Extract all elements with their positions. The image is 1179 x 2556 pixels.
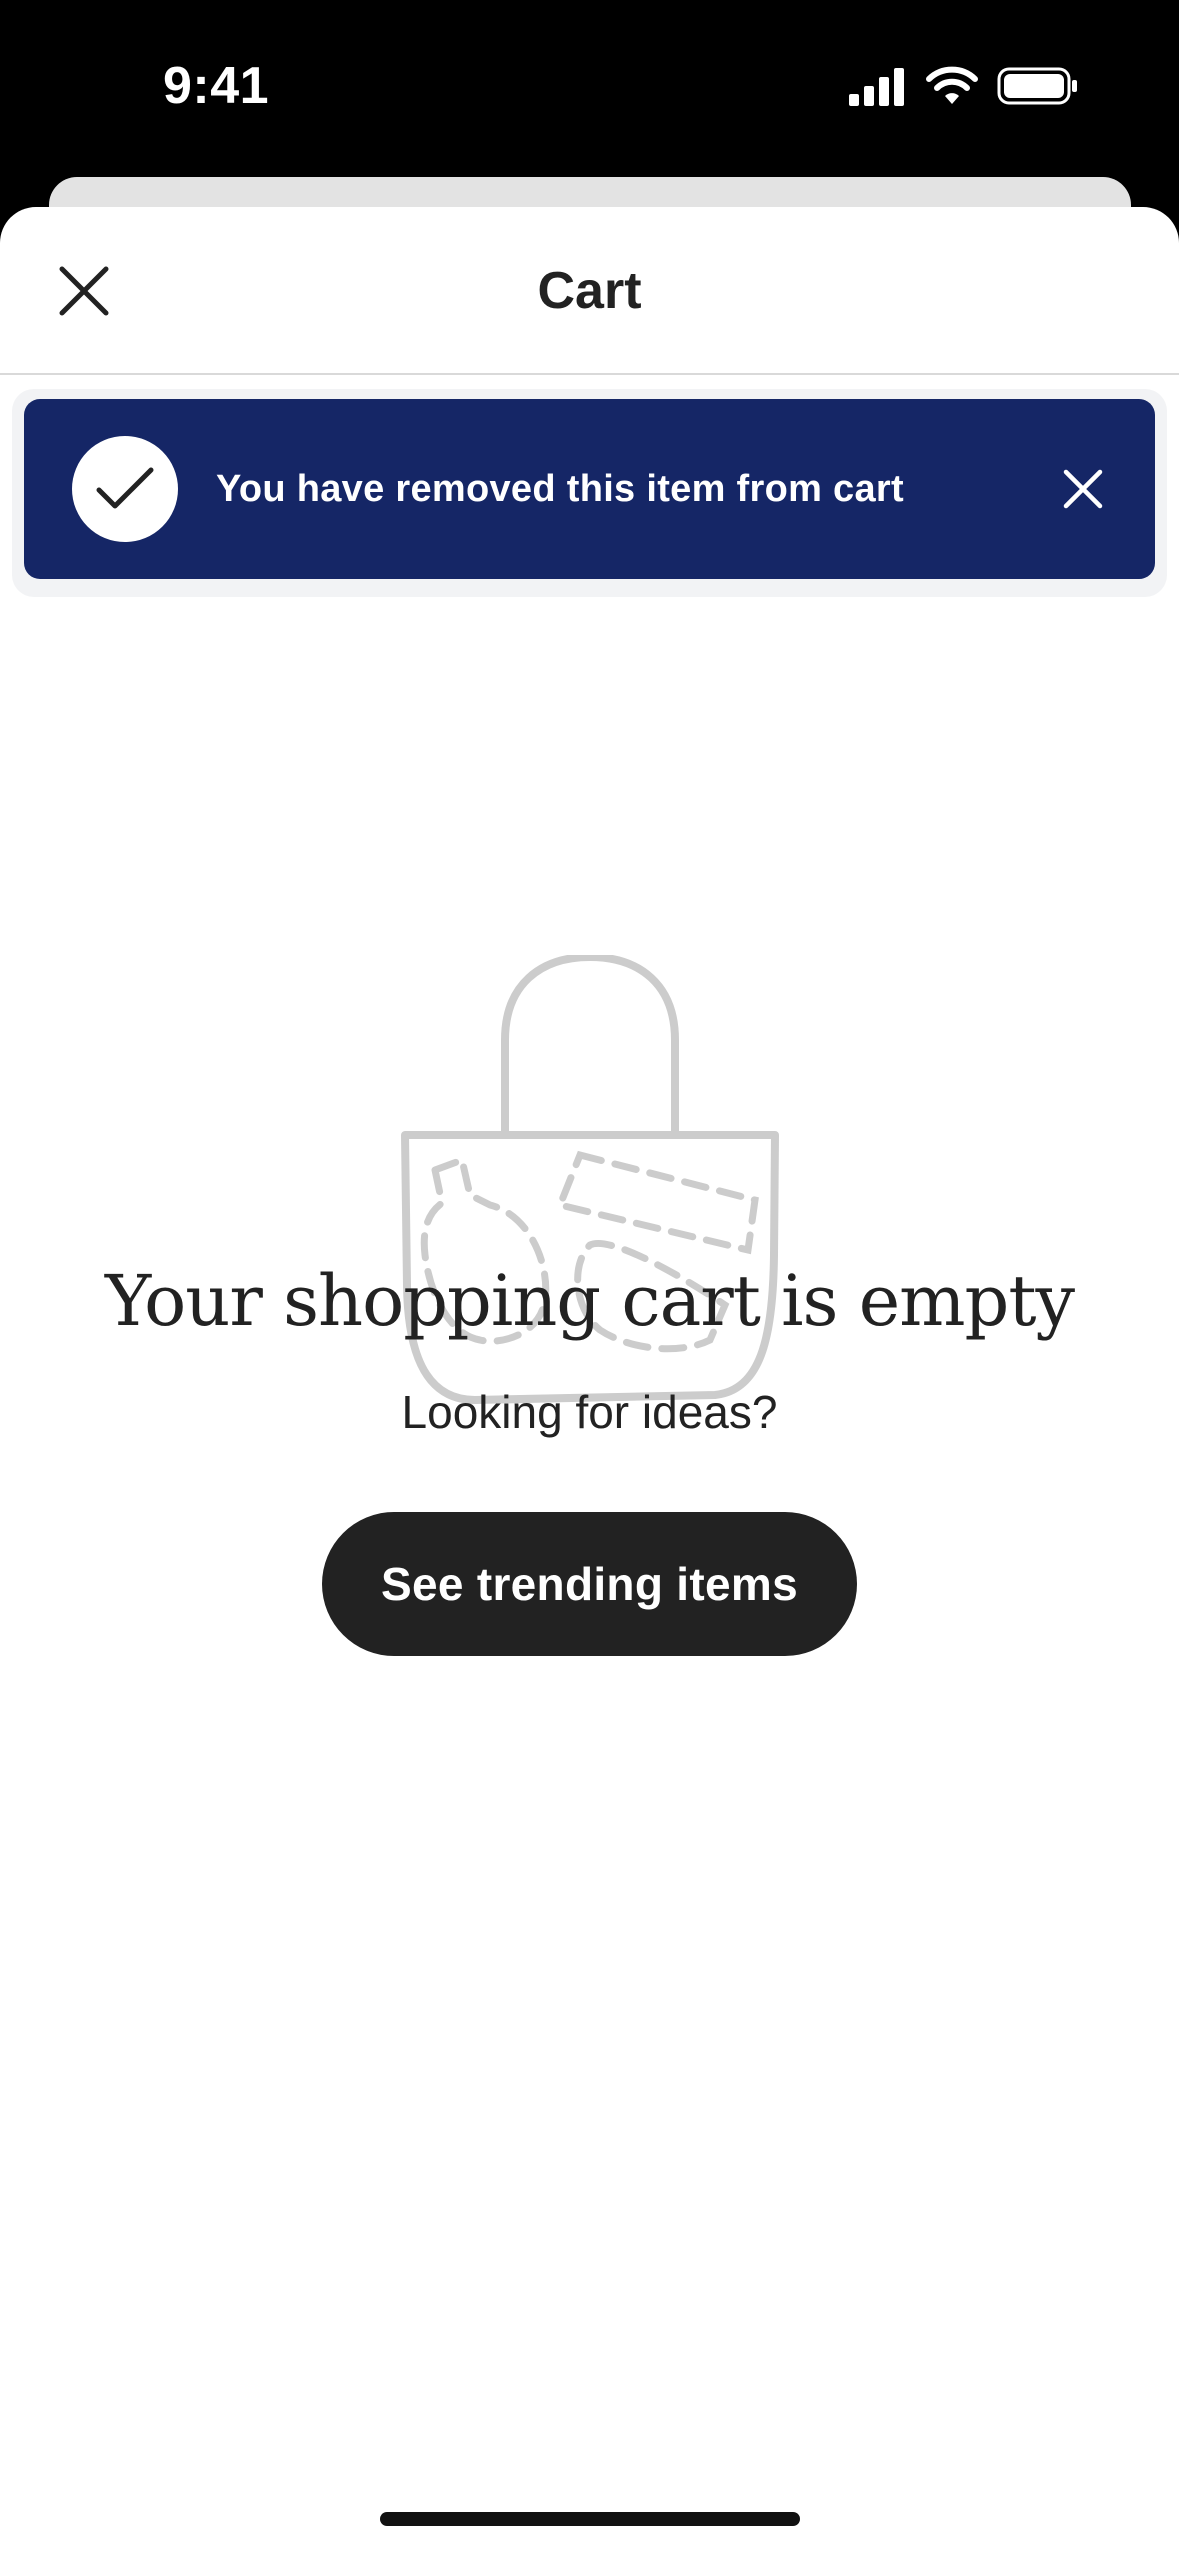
wifi-icon <box>926 66 978 104</box>
home-indicator[interactable] <box>380 2512 800 2526</box>
shopping-bag-icon <box>401 955 779 1404</box>
status-icons <box>847 66 1079 106</box>
close-icon <box>1063 469 1103 509</box>
close-button[interactable] <box>44 251 124 331</box>
toast-container: You have removed this item from cart <box>12 389 1167 597</box>
status-bar: 9:41 <box>0 0 1179 175</box>
checkmark-icon <box>96 467 154 509</box>
page-title: Cart <box>537 262 642 320</box>
nav-bar: Cart <box>0 207 1179 375</box>
cellular-signal-icon <box>849 68 904 106</box>
status-time: 9:41 <box>163 57 270 115</box>
screen: 9:41 Cart You have removed this item fro… <box>0 0 1179 2556</box>
empty-cart-subtitle: Looking for ideas? <box>401 1386 778 1438</box>
see-trending-items-button[interactable]: See trending items <box>322 1512 857 1656</box>
toast-dismiss-button[interactable] <box>1045 451 1121 527</box>
close-icon <box>59 266 109 316</box>
cart-sheet: Cart You have removed this item from car… <box>0 207 1179 2556</box>
empty-cart-title: Your shopping cart is empty <box>105 1260 1075 1342</box>
removed-item-toast: You have removed this item from cart <box>24 399 1155 579</box>
battery-icon <box>997 67 1077 105</box>
toast-check-badge <box>72 436 178 542</box>
toast-message: You have removed this item from cart <box>216 467 904 510</box>
